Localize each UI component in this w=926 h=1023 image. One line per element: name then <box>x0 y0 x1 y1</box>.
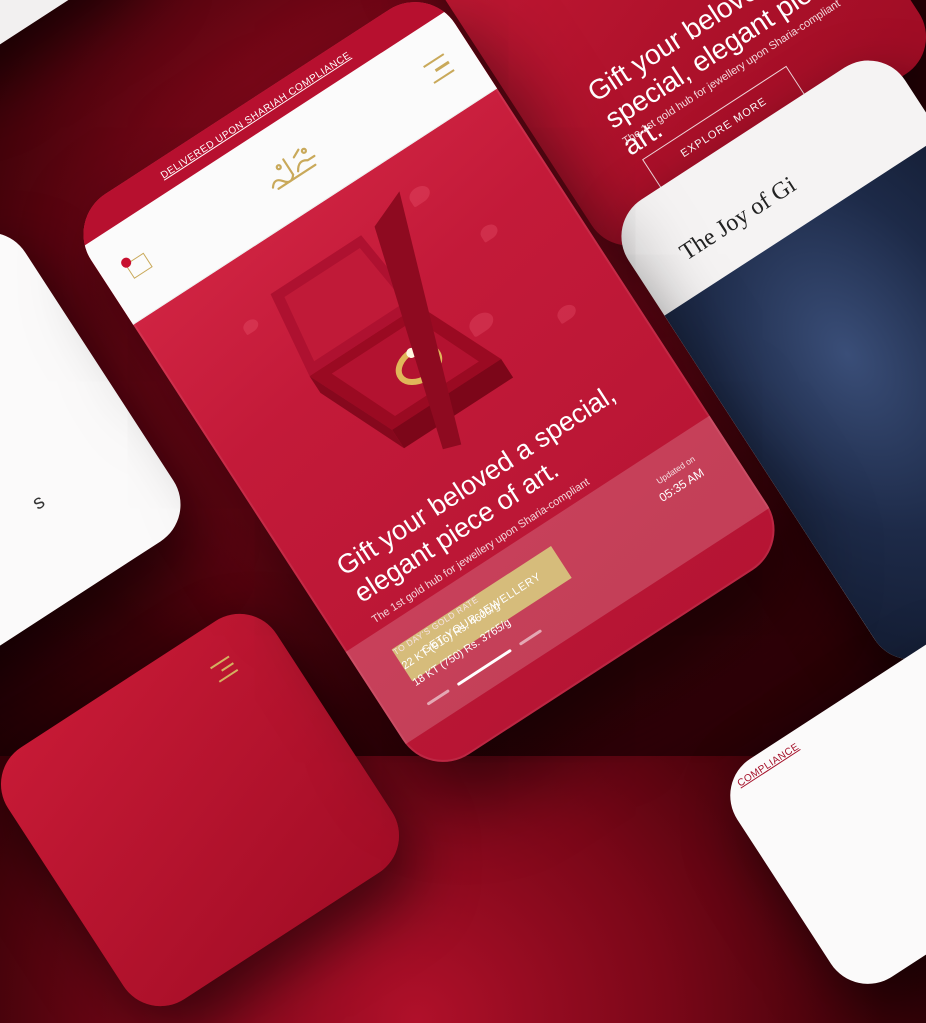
arabic-calligraphy-logo-icon[interactable] <box>253 133 327 200</box>
shopping-bag-icon[interactable] <box>119 248 154 280</box>
hamburger-menu-icon[interactable] <box>210 655 242 688</box>
text-fragment: s <box>28 490 49 515</box>
background-phone-top-left <box>0 0 150 89</box>
petal <box>554 301 579 325</box>
hamburger-menu-icon[interactable] <box>423 53 458 90</box>
background-phone-bottom-right: COMPLIANCE <box>713 619 926 1001</box>
mockup-stage: Gift your beloved a special, elegant pie… <box>0 0 926 1023</box>
compliance-link[interactable]: COMPLIANCE <box>736 741 802 789</box>
